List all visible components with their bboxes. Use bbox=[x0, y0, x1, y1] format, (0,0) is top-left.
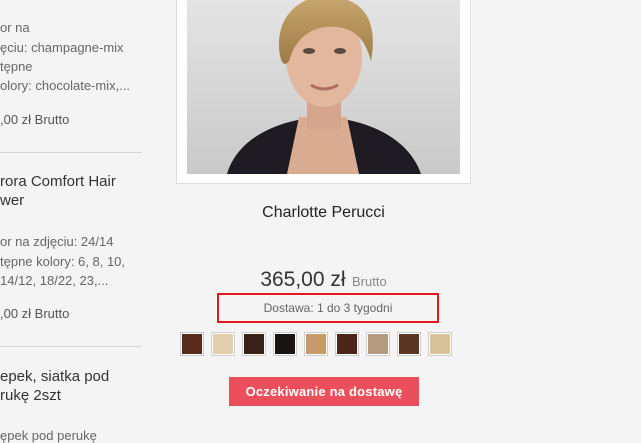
product-price: 365,00 zł bbox=[260, 268, 346, 291]
color-swatch-caramel-blonde[interactable] bbox=[304, 332, 328, 356]
color-swatch-champagne[interactable] bbox=[428, 332, 452, 356]
swatch-color bbox=[399, 334, 419, 354]
sidebar-product-list: or na ęciu: champagne-mix tępne olory: c… bbox=[0, 0, 150, 443]
price-tax-label: Brutto bbox=[352, 274, 387, 289]
product-title-link[interactable]: wer bbox=[0, 192, 24, 209]
product-attribute-text: or na bbox=[0, 20, 30, 35]
swatch-color bbox=[182, 334, 202, 354]
color-swatch-dark-auburn[interactable] bbox=[180, 332, 204, 356]
product-attribute-text: tępne bbox=[0, 59, 33, 74]
product-attribute-text: 14/12, 18/22, 23,... bbox=[0, 273, 109, 288]
swatch-color bbox=[213, 334, 233, 354]
swatch-color bbox=[275, 334, 295, 354]
color-swatches bbox=[180, 332, 452, 356]
product-price: ,00 zł Brutto bbox=[0, 112, 70, 127]
product-photo[interactable] bbox=[187, 0, 460, 174]
model-photo-illustration bbox=[187, 0, 460, 174]
delivery-time-text: Dostawa: 1 do 3 tygodni bbox=[263, 301, 393, 315]
product-image-frame[interactable] bbox=[176, 0, 471, 184]
product-attribute-text: or na zdjęciu: 24/14 bbox=[0, 234, 114, 249]
product-title-link[interactable]: epek, siatka pod bbox=[0, 368, 109, 385]
product-price: ,00 zł Brutto bbox=[0, 306, 70, 321]
delivery-time-highlight: Dostawa: 1 do 3 tygodni bbox=[217, 293, 439, 323]
product-title-link[interactable]: rukę 2szt bbox=[0, 387, 61, 404]
color-swatch-chestnut[interactable] bbox=[397, 332, 421, 356]
swatch-color bbox=[368, 334, 388, 354]
color-swatch-dark-brown[interactable] bbox=[242, 332, 266, 356]
product-attribute-text: ęciu: champagne-mix bbox=[0, 40, 124, 55]
product-attribute-text: ępek pod perukę bbox=[0, 428, 97, 443]
color-swatch-mahogany[interactable] bbox=[335, 332, 359, 356]
color-swatch-ash-mix[interactable] bbox=[366, 332, 390, 356]
swatch-color bbox=[337, 334, 357, 354]
product-attribute-text: tępne kolory: 6, 8, 10, bbox=[0, 254, 126, 269]
notify-availability-button[interactable]: Oczekiwanie na dostawę bbox=[229, 377, 419, 406]
swatch-color bbox=[306, 334, 326, 354]
product-name-link[interactable]: Charlotte Perucci bbox=[176, 204, 471, 222]
divider bbox=[0, 346, 142, 347]
color-swatch-black[interactable] bbox=[273, 332, 297, 356]
color-swatch-light-blonde[interactable] bbox=[211, 332, 235, 356]
swatch-color bbox=[244, 334, 264, 354]
product-title-link[interactable]: rora Comfort Hair bbox=[0, 173, 116, 190]
product-price-row: 365,00 zł Brutto bbox=[176, 268, 471, 292]
divider bbox=[0, 152, 142, 153]
product-attribute-text: olory: chocolate-mix,... bbox=[0, 78, 131, 93]
swatch-color bbox=[430, 334, 450, 354]
